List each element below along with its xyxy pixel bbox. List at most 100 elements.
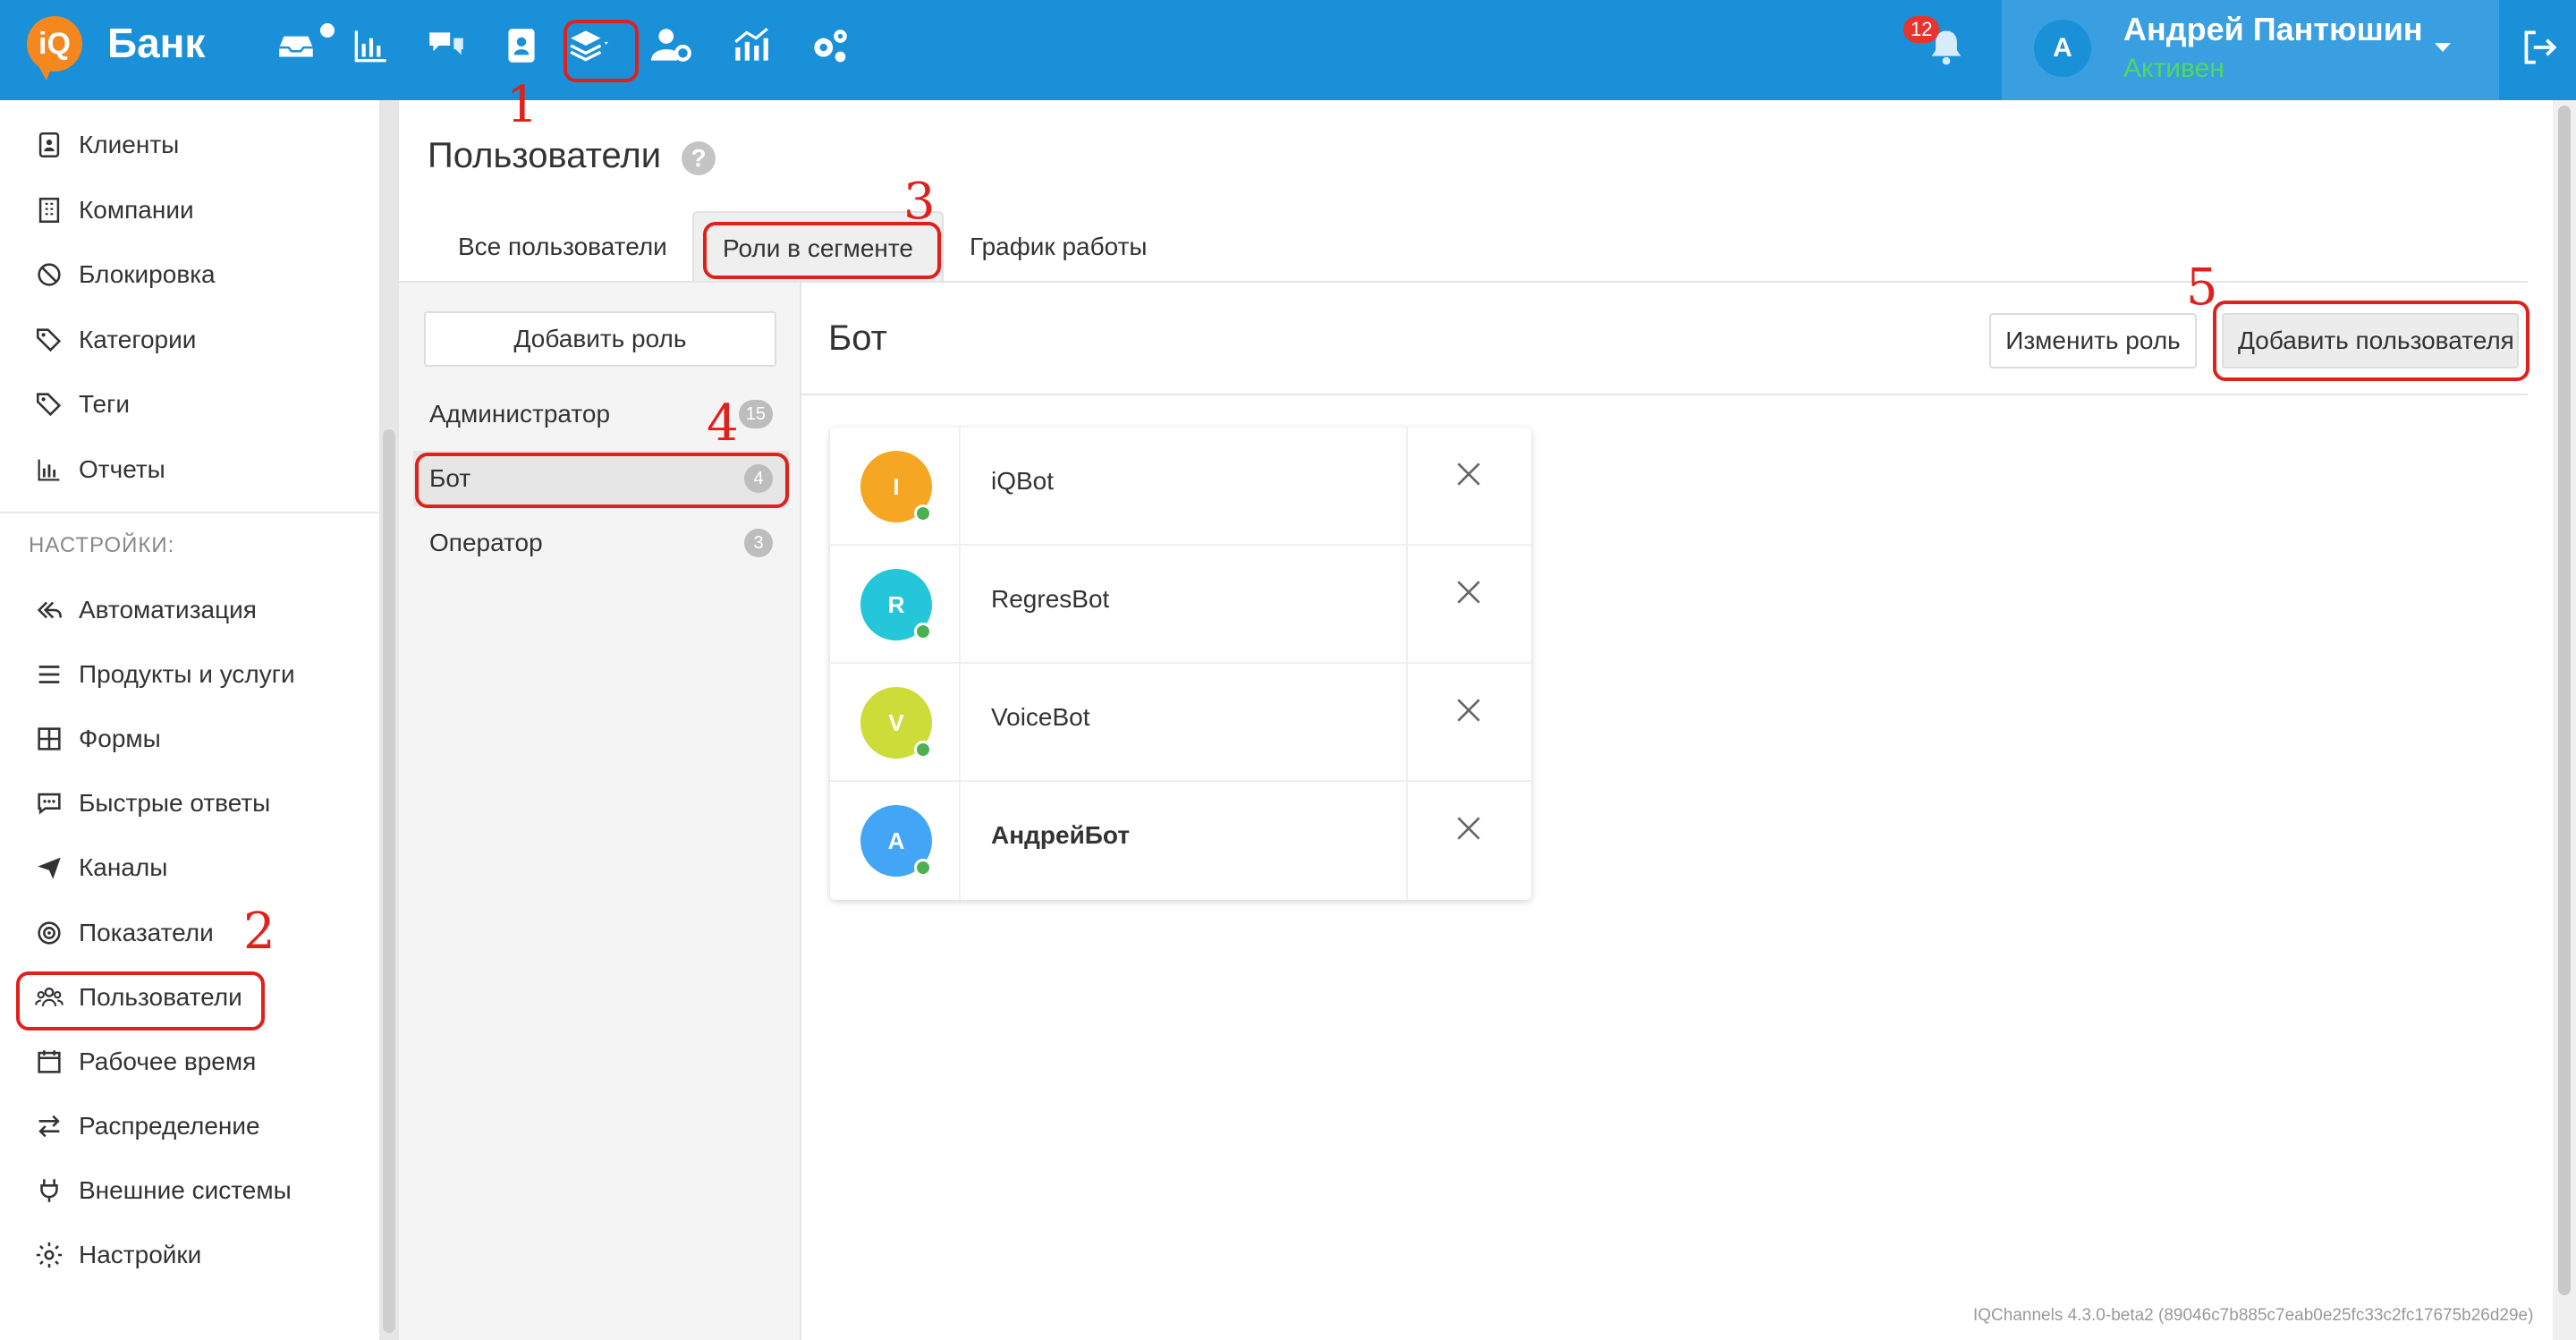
edit-role-button[interactable]: Изменить роль: [1989, 313, 2197, 369]
annotation-box-role: [415, 453, 789, 508]
sidebar-item-settings-4[interactable]: Каналы: [0, 841, 379, 895]
close-icon[interactable]: [1451, 692, 1487, 728]
block-icon: [34, 259, 64, 290]
annotation-number: 2: [243, 903, 275, 961]
sidebar-item-label: Автоматизация: [79, 596, 257, 623]
brand-title[interactable]: Банк: [107, 16, 205, 70]
logo-tail: [36, 61, 54, 81]
target-icon: [34, 918, 64, 948]
role-item-operator[interactable]: Оператор 3: [413, 515, 789, 571]
avatar: А: [2034, 20, 2091, 77]
sidebar-item-top-5[interactable]: Отчеты: [0, 443, 379, 496]
logout-icon: [2524, 30, 2557, 64]
list-item[interactable]: IiQBot: [830, 428, 1531, 546]
sidebar-item-label: Внешние системы: [79, 1175, 292, 1204]
column-divider: [959, 428, 961, 546]
bar-chart-icon[interactable]: [349, 23, 394, 68]
add-role-button[interactable]: Добавить роль: [424, 311, 776, 367]
sidebar-item-top-1[interactable]: Компании: [0, 183, 379, 237]
annotation-number: 1: [506, 76, 538, 134]
role-count-badge: 15: [738, 400, 773, 428]
roles-panel-border: [800, 283, 801, 1340]
sidebar-item-settings-8[interactable]: Распределение: [0, 1099, 379, 1153]
member-name: VoiceBot: [991, 703, 1090, 731]
detail-header-divider: [801, 394, 2528, 395]
sidebar-item-settings-0[interactable]: Автоматизация: [0, 583, 379, 637]
version-text: IQChannels 4.3.0-beta2 (89046c7b885c7eab…: [1973, 1306, 2534, 1325]
role-count-badge: 3: [744, 529, 773, 557]
sidebar-item-top-3[interactable]: Категории: [0, 313, 379, 367]
sidebar-item-label: Блокировка: [79, 260, 216, 289]
chat-dots-icon: [34, 788, 64, 818]
users-settings-icon[interactable]: [649, 23, 694, 68]
chevron-down-icon[interactable]: [2435, 43, 2451, 52]
help-icon[interactable]: ?: [682, 141, 716, 175]
column-divider: [1406, 428, 1408, 546]
close-icon[interactable]: [1451, 574, 1487, 610]
role-title: Бот: [828, 318, 887, 358]
bar-chart-icon: [34, 454, 64, 485]
settings-header: НАСТРОЙКИ:: [29, 533, 175, 557]
member-name: iQBot: [991, 467, 1055, 495]
annotation-box-add-user: [2213, 301, 2529, 381]
chat-icon[interactable]: [424, 23, 469, 68]
content-scroll-thumb[interactable]: [2558, 106, 2571, 1295]
page-title: Пользователи: [428, 136, 662, 175]
contact-card-icon: [34, 130, 64, 160]
tab-work-schedule[interactable]: График работы: [941, 211, 1176, 283]
sidebar-item-settings-5[interactable]: Показатели: [0, 906, 379, 960]
sidebar-item-label: Показатели: [79, 918, 214, 946]
list-item[interactable]: A АндрейБот: [830, 782, 1531, 900]
annotation-number: 5: [2186, 259, 2218, 317]
grid-icon: [34, 724, 64, 754]
list-icon: [34, 659, 64, 690]
tab-all-users[interactable]: Все пользователи: [429, 211, 696, 283]
sidebar-item-settings-9[interactable]: Внешние системы: [0, 1164, 379, 1217]
column-divider: [959, 782, 961, 900]
paper-plane-icon: [34, 852, 64, 883]
column-divider: [1406, 782, 1408, 900]
sidebar-item-settings-2[interactable]: Формы: [0, 712, 379, 766]
logout-button[interactable]: [2499, 0, 2576, 100]
sidebar-divider: [0, 512, 379, 513]
member-name: RegresBot: [991, 585, 1110, 613]
sidebar-item-label: Продукты и услуги: [79, 660, 295, 689]
sidebar-item-label: Теги: [79, 390, 130, 419]
analytics-icon[interactable]: [728, 23, 773, 68]
tag-icon: [34, 389, 64, 420]
building-icon: [34, 195, 64, 225]
sidebar-item-label: Формы: [79, 725, 161, 753]
sidebar-item-top-2[interactable]: Блокировка: [0, 248, 379, 301]
annotation-box-users: [16, 971, 265, 1030]
user-name: Андрей Пантюшин: [2123, 11, 2423, 47]
gear-icon: [34, 1240, 64, 1270]
sidebar-item-settings-3[interactable]: Быстрые ответы: [0, 776, 379, 830]
sidebar-item-settings-7[interactable]: Рабочее время: [0, 1035, 379, 1089]
tags-icon: [34, 325, 64, 355]
user-status: Активен: [2123, 54, 2224, 83]
role-label: Администратор: [429, 400, 611, 428]
user-menu[interactable]: А Андрей Пантюшин Активен: [2002, 0, 2499, 100]
sidebar-item-label: Категории: [79, 325, 197, 353]
sidebar-item-top-0[interactable]: Клиенты: [0, 118, 379, 172]
contacts-icon[interactable]: [499, 23, 544, 68]
inbox-icon[interactable]: [274, 23, 318, 68]
sidebar-item-label: Рабочее время: [79, 1047, 257, 1075]
list-item[interactable]: V VoiceBot: [830, 664, 1531, 782]
sidebar-item-settings-1[interactable]: Продукты и услуги: [0, 648, 379, 701]
column-divider: [959, 664, 961, 782]
list-item[interactable]: R RegresBot: [830, 546, 1531, 664]
sidebar-item-label: Распределение: [79, 1111, 260, 1140]
close-icon[interactable]: [1451, 810, 1487, 846]
role-label: Оператор: [429, 529, 543, 556]
sidebar-item-settings-10[interactable]: Настройки: [0, 1228, 379, 1282]
sidebar-item-top-4[interactable]: Теги: [0, 377, 379, 431]
sidebar-scroll-thumb[interactable]: [383, 429, 395, 1333]
online-indicator: [914, 859, 932, 877]
member-name: АндрейБот: [991, 821, 1131, 849]
sidebar-item-label: Настройки: [79, 1241, 202, 1268]
close-icon[interactable]: [1451, 456, 1487, 492]
online-indicator: [914, 505, 932, 522]
settings-cogs-icon[interactable]: [807, 23, 852, 68]
online-indicator: [914, 623, 932, 640]
